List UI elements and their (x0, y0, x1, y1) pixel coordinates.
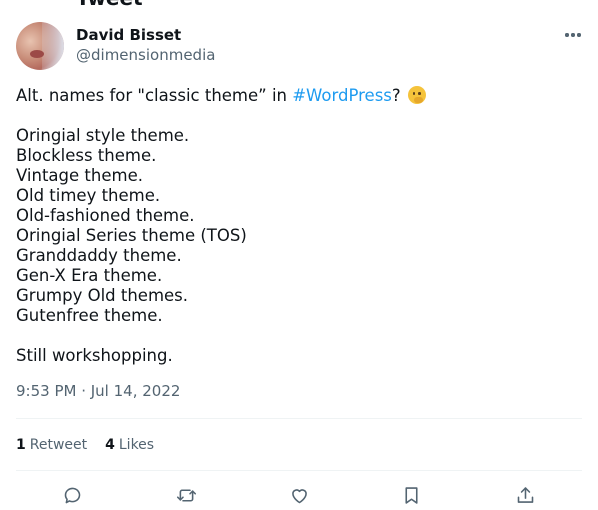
list-item: Vintage theme. (16, 166, 143, 185)
retweets-label: Retweet (29, 437, 88, 453)
share-icon[interactable] (510, 480, 540, 510)
hashtag-link[interactable]: #WordPress (292, 86, 392, 105)
list-item: Blockless theme. (16, 146, 157, 165)
retweet-icon[interactable] (171, 480, 201, 510)
retweets-count: 1 (16, 437, 26, 453)
author-handle[interactable]: @dimensionmedia (76, 46, 215, 64)
tweet-intro-prefix: Alt. names for "classic theme” in (16, 86, 293, 105)
retweets-stat[interactable]: 1 Retweet (16, 436, 87, 454)
like-icon[interactable] (284, 480, 314, 510)
likes-stat[interactable]: 4 Likes (105, 436, 154, 454)
divider (16, 470, 582, 471)
author-name[interactable]: David Bisset (76, 26, 181, 44)
list-item: Oringial Series theme (TOS) (16, 226, 247, 245)
tweet-stats: 1 Retweet 4 Likes (16, 436, 172, 454)
likes-count: 4 (105, 437, 115, 453)
divider (16, 418, 582, 419)
tweet-text: Alt. names for "classic theme” in #WordP… (16, 86, 582, 366)
list-item: Old timey theme. (16, 186, 161, 205)
bookmark-icon[interactable] (396, 480, 426, 510)
thinking-face-icon (407, 86, 426, 104)
likes-label: Likes (118, 437, 155, 453)
action-bar (16, 480, 582, 510)
more-options-icon[interactable] (558, 24, 588, 46)
list-item: Old-fashioned theme. (16, 206, 195, 225)
page-title: Tweet (76, 0, 143, 8)
avatar-shade (42, 22, 64, 70)
list-item: Gen-X Era theme. (16, 266, 163, 285)
list-item: Gutenfree theme. (16, 306, 163, 325)
tweet-timestamp[interactable]: 9:53 PM · Jul 14, 2022 (16, 382, 180, 400)
tweet-intro-line: Alt. names for "classic theme” in #WordP… (16, 86, 582, 106)
list-item: Oringial style theme. (16, 126, 190, 145)
avatar[interactable] (16, 22, 64, 70)
list-item: Granddaddy theme. (16, 246, 182, 265)
tweet-closing: Still workshopping. (16, 346, 173, 365)
reply-icon[interactable] (57, 480, 87, 510)
tweet-intro-suffix: ? (391, 86, 401, 105)
list-item: Grumpy Old themes. (16, 286, 189, 305)
avatar-detail (30, 50, 44, 58)
